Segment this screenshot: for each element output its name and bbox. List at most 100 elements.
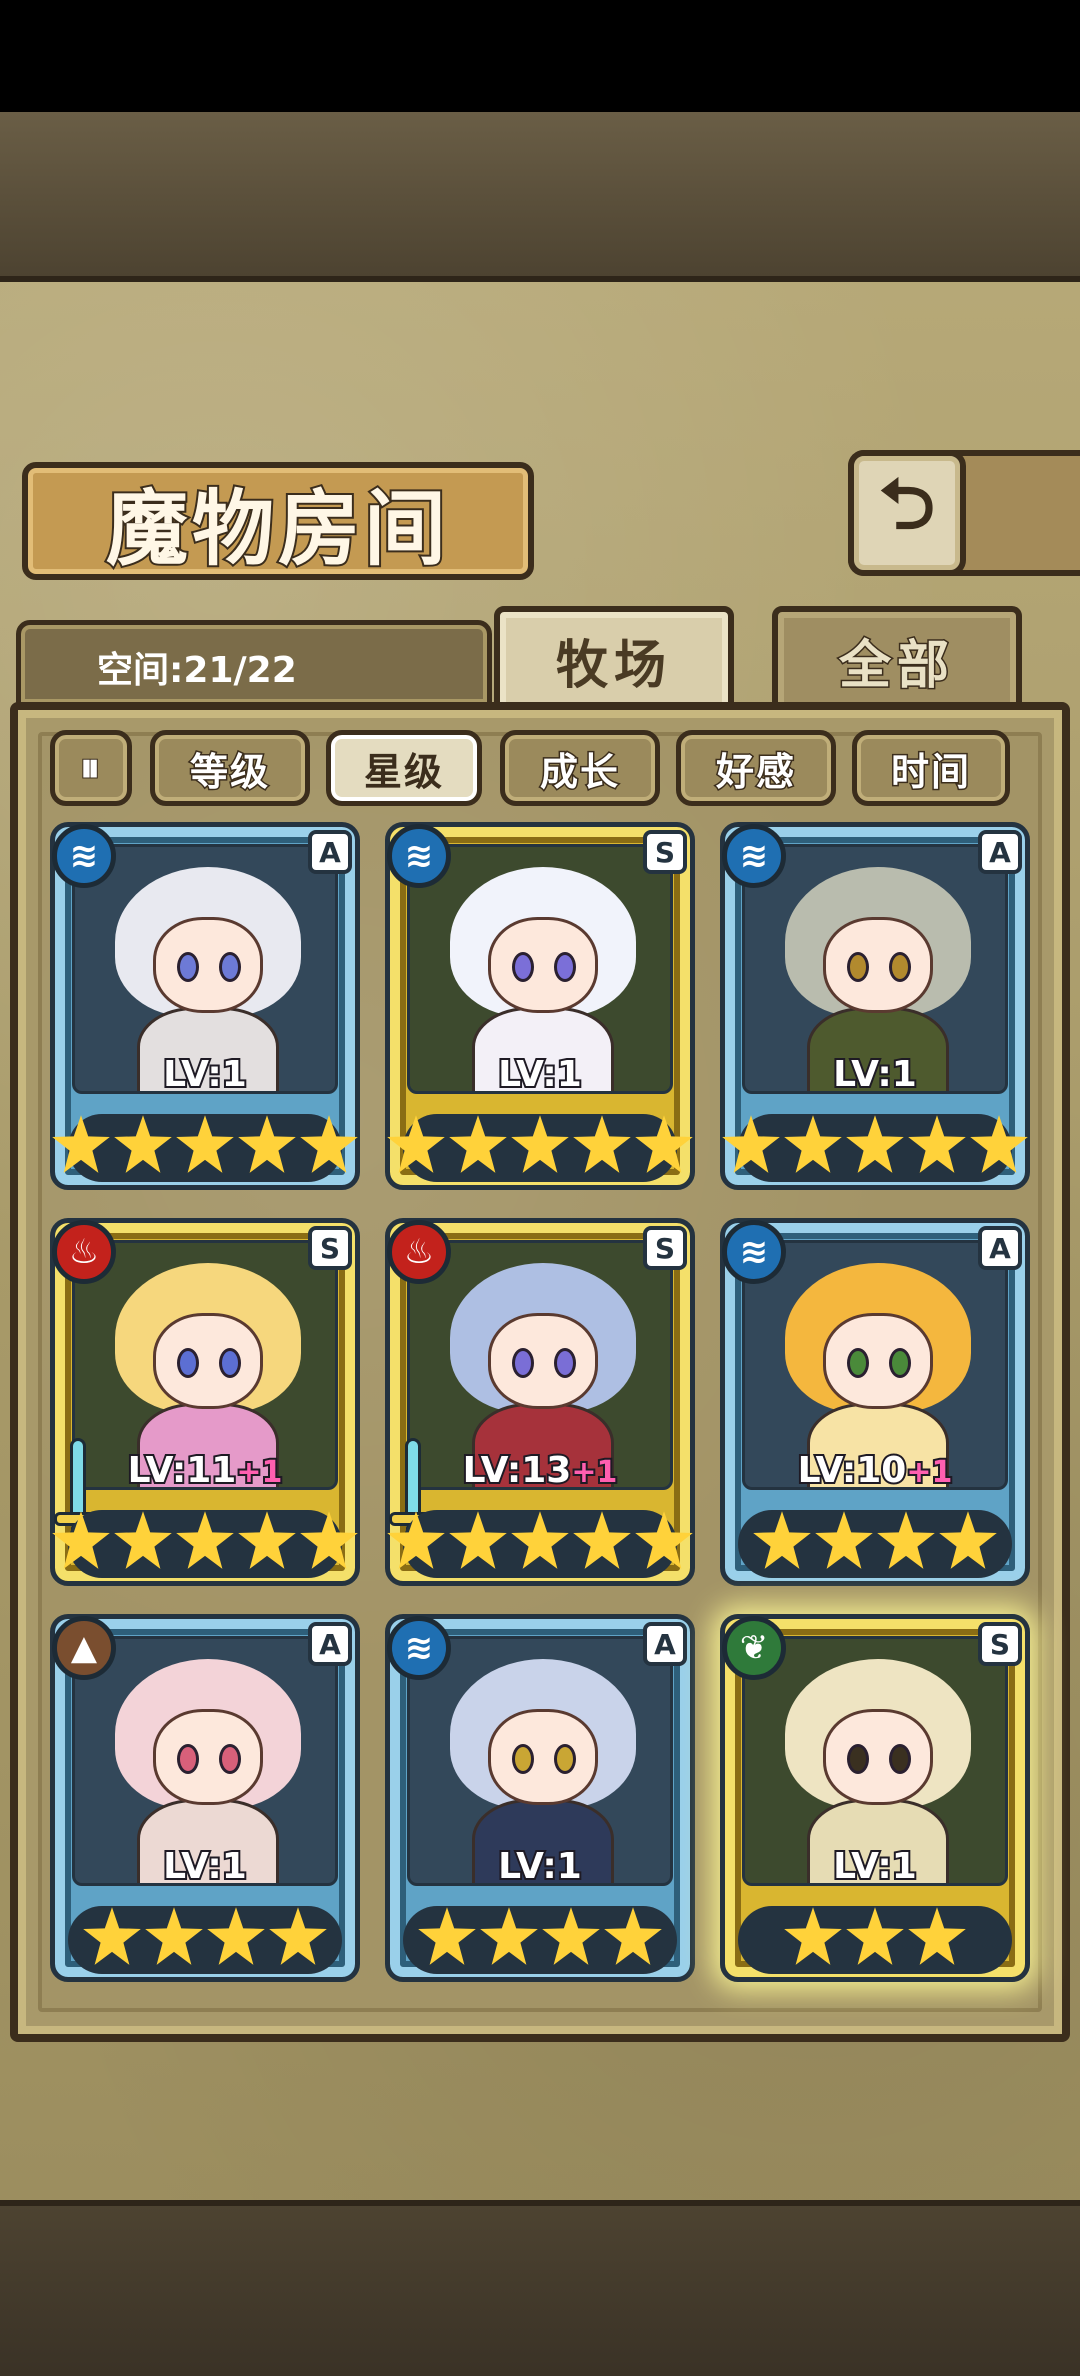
star-rating bbox=[385, 1906, 695, 1976]
monster-eye bbox=[177, 952, 199, 982]
star-icon bbox=[511, 1511, 569, 1569]
star-icon bbox=[908, 1907, 966, 1965]
monster-eye bbox=[847, 1744, 869, 1774]
star-icon bbox=[176, 1115, 234, 1173]
level-bonus: +1 bbox=[234, 1453, 284, 1492]
capacity-panel: 空间:21/22 bbox=[16, 620, 492, 708]
level-label: LV:10+1 bbox=[720, 1448, 1030, 1493]
sort-by-time-button[interactable]: 时间 bbox=[852, 730, 1010, 806]
monster-face bbox=[823, 917, 933, 1013]
rank-badge: S bbox=[643, 1226, 687, 1270]
rank-badge: S bbox=[643, 830, 687, 874]
back-button[interactable]: ⮌ bbox=[848, 450, 966, 576]
star-icon bbox=[815, 1511, 873, 1569]
star-icon bbox=[939, 1511, 997, 1569]
sort-by-affection-label: 好感 bbox=[714, 748, 796, 795]
star-icon bbox=[83, 1907, 141, 1965]
star-icon bbox=[604, 1907, 662, 1965]
star-icon bbox=[114, 1115, 172, 1173]
level-text: LV:13 bbox=[461, 1448, 574, 1493]
star-icon bbox=[52, 1115, 110, 1173]
monster-eye bbox=[554, 1348, 576, 1378]
sort-by-level-button[interactable]: 等级 bbox=[150, 730, 310, 806]
star-rating bbox=[720, 1906, 1030, 1976]
water-element-icon: ≋ bbox=[387, 824, 451, 888]
monster-face bbox=[153, 917, 263, 1013]
monster-face bbox=[488, 917, 598, 1013]
monster-eye bbox=[889, 1744, 911, 1774]
monster-card[interactable]: ▲ A LV:1 bbox=[50, 1614, 360, 1982]
monster-eye bbox=[219, 1348, 241, 1378]
water-element-icon: ≋ bbox=[722, 824, 786, 888]
level-label: LV:11+1 bbox=[50, 1448, 360, 1493]
rank-badge: A bbox=[308, 1622, 352, 1666]
page-title-plaque: 魔物房间 bbox=[22, 462, 534, 580]
tab-ranch[interactable]: 牧场 bbox=[494, 606, 734, 714]
monster-card[interactable]: ≋ A LV:1 bbox=[720, 822, 1030, 1190]
level-label: LV:1 bbox=[50, 1052, 360, 1097]
sort-by-growth-label: 成长 bbox=[538, 748, 620, 795]
fire-element-icon: ♨ bbox=[52, 1220, 116, 1284]
page-title: 魔物房间 bbox=[104, 479, 450, 579]
star-icon bbox=[300, 1115, 358, 1173]
monster-eye bbox=[512, 1744, 534, 1774]
sort-by-affection-button[interactable]: 好感 bbox=[676, 730, 836, 806]
star-icon bbox=[449, 1511, 507, 1569]
monster-card[interactable]: ♨ S LV:11+1 bbox=[50, 1218, 360, 1586]
star-rating bbox=[385, 1510, 695, 1580]
monster-eye bbox=[177, 1348, 199, 1378]
star-icon bbox=[846, 1115, 904, 1173]
tab-all[interactable]: 全部 bbox=[772, 606, 1022, 714]
star-icon bbox=[387, 1115, 445, 1173]
monster-eye bbox=[847, 952, 869, 982]
star-rating bbox=[50, 1114, 360, 1184]
rank-badge: A bbox=[978, 1226, 1022, 1270]
rank-badge: A bbox=[308, 830, 352, 874]
monster-face bbox=[488, 1709, 598, 1805]
monster-eye bbox=[512, 1348, 534, 1378]
monster-face bbox=[153, 1313, 263, 1409]
monster-card[interactable]: ♨ S LV:13+1 bbox=[385, 1218, 695, 1586]
star-icon bbox=[846, 1907, 904, 1965]
rank-badge: A bbox=[978, 830, 1022, 874]
sort-order-button[interactable]: ⏸ bbox=[50, 730, 132, 806]
monster-card[interactable]: ≋ A LV:10+1 bbox=[720, 1218, 1030, 1586]
monster-eye bbox=[889, 1348, 911, 1378]
monster-eye bbox=[847, 1348, 869, 1378]
star-icon bbox=[784, 1907, 842, 1965]
monster-eye bbox=[219, 952, 241, 982]
level-label: LV:1 bbox=[385, 1052, 695, 1097]
status-bar bbox=[0, 0, 1080, 112]
monster-card[interactable]: ≋ A LV:1 bbox=[50, 822, 360, 1190]
level-text: LV:1 bbox=[161, 1844, 249, 1889]
tab-all-label: 全部 bbox=[837, 633, 955, 697]
tab-ranch-label: 牧场 bbox=[555, 634, 672, 696]
sort-by-growth-button[interactable]: 成长 bbox=[500, 730, 660, 806]
level-text: LV:1 bbox=[831, 1052, 919, 1097]
star-rating bbox=[385, 1114, 695, 1184]
star-icon bbox=[635, 1511, 693, 1569]
monster-eye bbox=[889, 952, 911, 982]
sort-by-time-label: 时间 bbox=[889, 748, 971, 795]
level-bonus: +1 bbox=[904, 1453, 954, 1492]
star-icon bbox=[418, 1907, 476, 1965]
monster-card[interactable]: ❦ S LV:1 bbox=[720, 1614, 1030, 1982]
level-label: LV:1 bbox=[50, 1844, 360, 1889]
level-label: LV:1 bbox=[720, 1052, 1030, 1097]
sort-by-star-label: 星级 bbox=[363, 749, 444, 794]
level-text: LV:1 bbox=[496, 1844, 584, 1889]
monster-card[interactable]: ≋ S LV:1 bbox=[385, 822, 695, 1190]
star-icon bbox=[387, 1511, 445, 1569]
level-text: LV:1 bbox=[831, 1844, 919, 1889]
star-icon bbox=[635, 1115, 693, 1173]
sort-by-star-button[interactable]: 星级 bbox=[326, 730, 482, 806]
star-icon bbox=[573, 1115, 631, 1173]
monster-card[interactable]: ≋ A LV:1 bbox=[385, 1614, 695, 1982]
star-icon bbox=[176, 1511, 234, 1569]
star-icon bbox=[542, 1907, 600, 1965]
star-rating bbox=[720, 1114, 1030, 1184]
star-rating bbox=[50, 1906, 360, 1976]
star-icon bbox=[511, 1115, 569, 1173]
monster-eye bbox=[512, 952, 534, 982]
level-label: LV:13+1 bbox=[385, 1448, 695, 1493]
